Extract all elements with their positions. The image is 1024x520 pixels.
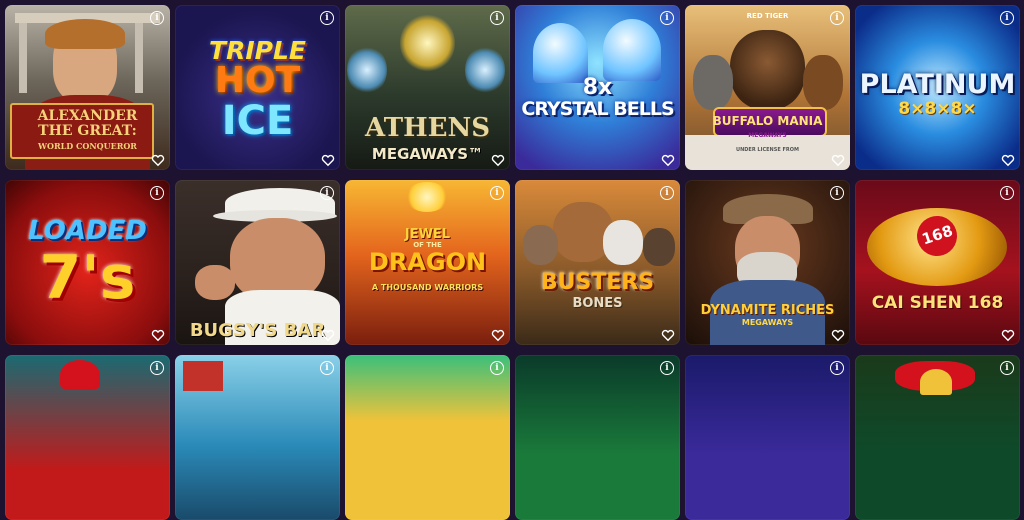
- provider-logo: RED TIGER: [746, 12, 789, 20]
- heart-icon[interactable]: [1001, 153, 1015, 167]
- info-icon[interactable]: i: [320, 361, 334, 375]
- game-tile-athens-megaways[interactable]: ATHENS MEGAWAYS™ i: [345, 5, 510, 170]
- info-icon[interactable]: i: [490, 361, 504, 375]
- game-tile-crystal-bells[interactable]: 8x CRYSTAL BELLS i: [515, 5, 680, 170]
- info-icon[interactable]: i: [1000, 11, 1014, 25]
- game-title: DYNAMITE RICHES: [700, 303, 835, 318]
- game-title: HOT: [214, 60, 301, 101]
- heart-icon[interactable]: [1001, 328, 1015, 342]
- game-tile[interactable]: i: [345, 355, 510, 520]
- game-title: BONES: [572, 296, 623, 311]
- game-title: DRAGON: [368, 248, 487, 276]
- game-subtitle: MEGAWAYS: [748, 132, 787, 139]
- game-tile[interactable]: i: [515, 355, 680, 520]
- game-subtitle: MEGAWAYS: [741, 318, 794, 327]
- game-title: JEWEL: [404, 227, 451, 242]
- game-title: ALEXANDER: [37, 108, 138, 124]
- game-art: [855, 355, 1020, 520]
- game-tile[interactable]: i: [855, 355, 1020, 520]
- info-icon[interactable]: i: [490, 11, 504, 25]
- game-art: [175, 355, 340, 520]
- game-subtitle: WORLD CONQUEROR: [38, 141, 137, 151]
- game-art: [685, 355, 850, 520]
- game-title: 7's: [39, 243, 136, 313]
- heart-icon[interactable]: [661, 153, 675, 167]
- info-icon[interactable]: i: [490, 186, 504, 200]
- info-icon[interactable]: i: [150, 361, 164, 375]
- heart-icon[interactable]: [151, 328, 165, 342]
- heart-icon[interactable]: [151, 153, 165, 167]
- heart-icon[interactable]: [831, 153, 845, 167]
- info-icon[interactable]: i: [320, 186, 334, 200]
- license-note: UNDER LICENSE FROM: [736, 147, 799, 153]
- game-tile-alexander-the-great[interactable]: ALEXANDER THE GREAT: WORLD CONQUEROR i: [5, 5, 170, 170]
- info-icon[interactable]: i: [660, 11, 674, 25]
- game-title: ATHENS: [364, 113, 491, 143]
- game-title: BUSTERS: [540, 270, 655, 295]
- info-icon[interactable]: i: [1000, 361, 1014, 375]
- heart-icon[interactable]: [321, 328, 335, 342]
- game-tile-cai-shen-168[interactable]: 168 CAI SHEN 168 i: [855, 180, 1020, 345]
- game-tile-jewel-of-the-dragon[interactable]: JEWEL OF THE DRAGON A THOUSAND WARRIORS …: [345, 180, 510, 345]
- game-art: [5, 355, 170, 520]
- info-icon[interactable]: i: [660, 361, 674, 375]
- game-tile[interactable]: i: [685, 355, 850, 520]
- info-icon[interactable]: i: [830, 11, 844, 25]
- game-title: LOADED: [28, 216, 147, 246]
- game-tile-bugsys-bar[interactable]: BUGSY'S BAR i: [175, 180, 340, 345]
- info-icon[interactable]: i: [660, 186, 674, 200]
- game-tile-triple-hot-ice[interactable]: TRIPLE HOT ICE i: [175, 5, 340, 170]
- game-art: [855, 180, 1020, 345]
- game-tile-dynamite-riches[interactable]: DYNAMITE RICHES MEGAWAYS i: [685, 180, 850, 345]
- info-icon[interactable]: i: [150, 11, 164, 25]
- game-title: THE GREAT:: [38, 123, 137, 139]
- game-title: BUGSY'S BAR: [189, 320, 326, 341]
- game-tile-loaded-7s[interactable]: LOADED 7's i: [5, 180, 170, 345]
- heart-icon[interactable]: [321, 153, 335, 167]
- info-icon[interactable]: i: [1000, 186, 1014, 200]
- game-art: [515, 180, 680, 345]
- game-tile[interactable]: i: [175, 355, 340, 520]
- heart-icon[interactable]: [661, 328, 675, 342]
- heart-icon[interactable]: [491, 328, 505, 342]
- info-icon[interactable]: i: [320, 11, 334, 25]
- game-tile-platinum[interactable]: PLATINUM 8×8×8× i: [855, 5, 1020, 170]
- game-title: CAI SHEN 168: [871, 293, 1004, 313]
- game-title: CRYSTAL BELLS: [521, 98, 674, 120]
- heart-icon[interactable]: [491, 153, 505, 167]
- game-art: [685, 5, 850, 170]
- info-icon[interactable]: i: [830, 186, 844, 200]
- game-tile-busters-bones[interactable]: BUSTERS BONES i: [515, 180, 680, 345]
- game-art: [345, 355, 510, 520]
- game-art: [515, 355, 680, 520]
- game-grid: ALEXANDER THE GREAT: WORLD CONQUEROR i T…: [0, 0, 1024, 520]
- game-subtitle: MEGAWAYS™: [371, 145, 484, 163]
- game-tile[interactable]: i: [5, 355, 170, 520]
- game-title: 8x: [582, 75, 613, 100]
- game-title: PLATINUM: [859, 69, 1016, 100]
- heart-icon[interactable]: [831, 328, 845, 342]
- game-subtitle: A THOUSAND WARRIORS: [371, 283, 484, 292]
- game-title: ICE: [221, 98, 294, 144]
- info-icon[interactable]: i: [150, 186, 164, 200]
- game-title: BUFFALO MANIA: [712, 114, 823, 128]
- game-title: 8×8×8×: [898, 99, 977, 119]
- info-icon[interactable]: i: [830, 361, 844, 375]
- game-tile-buffalo-mania[interactable]: RED TIGER BUFFALO MANIA MEGAWAYS UNDER L…: [685, 5, 850, 170]
